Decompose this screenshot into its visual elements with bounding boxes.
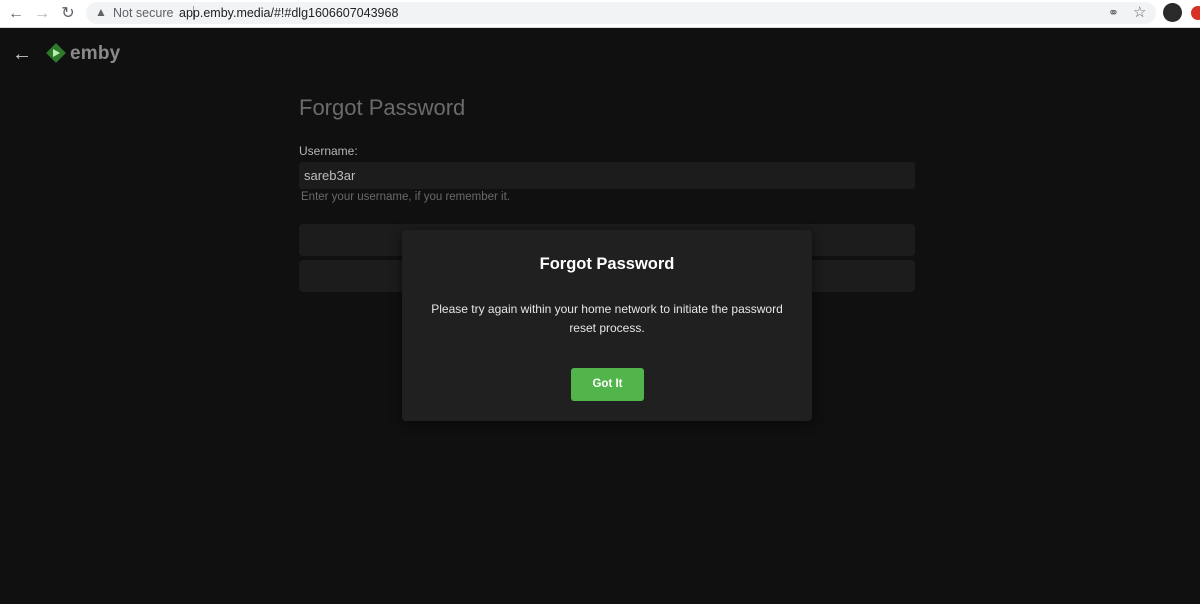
browser-forward-icon[interactable]: → [32, 4, 52, 24]
reload-icon[interactable]: ↻ [58, 4, 78, 24]
page-title: Forgot Password [299, 95, 466, 120]
star-icon[interactable]: ☆ [1133, 3, 1146, 21]
browser-back-icon[interactable]: ← [6, 4, 26, 24]
security-label[interactable]: Not secure [113, 6, 173, 20]
extension-icon[interactable] [1191, 6, 1200, 20]
got-it-button[interactable]: Got It [571, 368, 644, 401]
logo-text: emby [70, 43, 121, 64]
dialog-title: Forgot Password [539, 255, 675, 273]
username-label: Username: [299, 144, 358, 158]
play-icon [53, 49, 60, 57]
profile-avatar[interactable] [1163, 3, 1182, 22]
browser-toolbar: ← → ↻ ▲ Not secure app.emby.media/#!#dlg… [0, 0, 1200, 28]
dialog-message: Please try again within your home networ… [431, 302, 783, 335]
username-input[interactable]: sareb3ar [299, 162, 915, 189]
address-bar[interactable]: ▲ Not secure app.emby.media/#!#dlg160660… [86, 2, 1156, 24]
forgot-password-dialog: Forgot Password Please try again within … [402, 230, 812, 421]
warning-icon[interactable]: ▲ [95, 5, 107, 19]
key-icon[interactable]: ⚭ [1108, 5, 1119, 21]
url-text[interactable]: app.emby.media/#!#dlg1606607043968 [179, 6, 398, 20]
back-arrow-icon[interactable]: ← [12, 43, 32, 66]
username-help-text: Enter your username, if you remember it. [301, 191, 510, 203]
